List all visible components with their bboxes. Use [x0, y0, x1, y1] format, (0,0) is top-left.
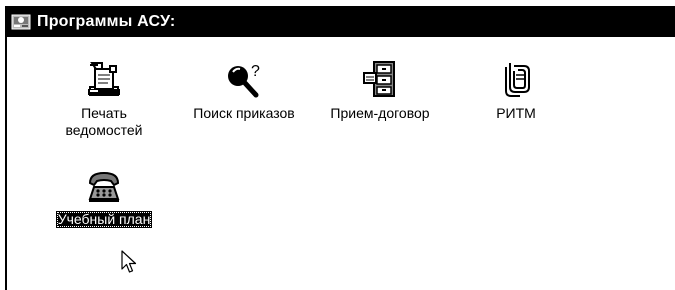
program-label: Печать ведомостей	[65, 105, 143, 138]
printer-report-icon	[88, 62, 120, 96]
program-icons-area: Печать ведомостей ? Поиск приказов Прием…	[7, 35, 675, 290]
program-group-icon[interactable]	[11, 12, 33, 32]
program-label: Поиск приказов	[193, 105, 295, 121]
magnifier-question-icon: ?	[228, 63, 260, 98]
file-cabinet-icon	[363, 61, 395, 97]
program-label: Прием-договор	[330, 105, 430, 121]
program-label: РИТМ	[496, 105, 536, 121]
program-item-order-search[interactable]: ? Поиск приказов	[174, 59, 314, 122]
window-title: Программы АСУ:	[37, 12, 176, 30]
program-item-ritm[interactable]: РИТМ	[446, 59, 586, 122]
telephone-icon	[88, 171, 120, 202]
title-bar[interactable]: Программы АСУ:	[7, 8, 675, 35]
program-group-window: Программы АСУ: Печать ведомостей ? Поиск…	[5, 6, 675, 290]
program-item-admission-contract[interactable]: Прием-договор	[310, 59, 450, 122]
paper-clip-icon	[505, 63, 530, 97]
svg-text:?: ?	[251, 63, 260, 80]
program-item-curriculum[interactable]: Учебный план	[34, 165, 174, 228]
program-label: Учебный план	[55, 211, 153, 228]
program-item-print-statements[interactable]: Печать ведомостей	[34, 59, 174, 139]
mouse-pointer-icon	[121, 250, 137, 273]
